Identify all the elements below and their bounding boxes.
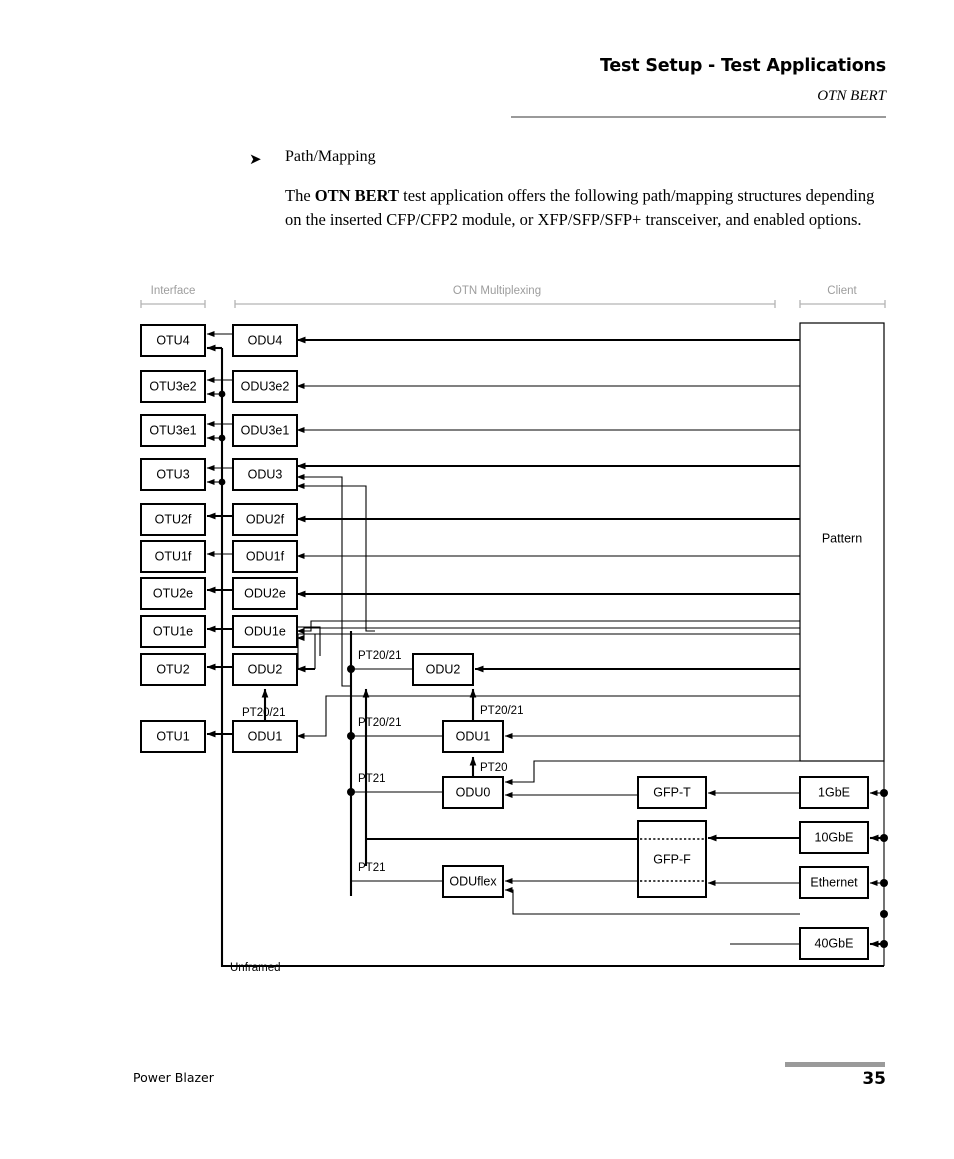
junction-dot	[347, 788, 355, 796]
junction-dot	[880, 834, 888, 842]
page-header-title: Test Setup - Test Applications	[599, 56, 886, 76]
node-odu3-label: ODU3	[248, 467, 283, 481]
edge-label-pt21-1: PT21	[358, 773, 386, 785]
otu-column: OTU4 OTU3e2 OTU3e1 OTU3 OTU2f OTU1f OTU2…	[140, 324, 206, 753]
link-odu3-in3-route	[297, 485, 375, 632]
path-mapping-diagram: Interface OTN Multiplexing Client Patter…	[130, 276, 900, 981]
junction-dot	[880, 879, 888, 887]
section-heading: Path/Mapping	[285, 148, 376, 165]
node-mux-odu0-label: ODU0	[456, 785, 491, 799]
link-pattern-odu1e-a	[296, 620, 800, 634]
paragraph-bold: OTN BERT	[314, 186, 400, 205]
pattern-label: Pattern	[822, 531, 862, 545]
gfp-column: GFP-T GFP-F	[637, 776, 707, 898]
junction-dot	[880, 940, 888, 948]
node-odu1e-label: ODU1e	[244, 624, 286, 638]
node-client-ethernet-label: Ethernet	[810, 875, 858, 889]
edge-label-pt2021-1: PT20/21	[358, 650, 401, 662]
junction-dot	[218, 478, 226, 486]
odu-column: ODU4 ODU3e2 ODU3e1 ODU3 ODU2f ODU1f ODU2…	[232, 324, 298, 753]
node-otu1-label: OTU1	[156, 729, 189, 743]
page-header-subtitle: OTN BERT	[817, 88, 886, 104]
link-odu2mux-odu3	[297, 476, 351, 687]
unframed-label: Unframed	[230, 962, 281, 974]
node-otu1f-label: OTU1f	[155, 549, 192, 563]
scale-interface: Interface	[140, 285, 206, 308]
unframed-bus-path	[220, 348, 884, 968]
junction-dot	[218, 434, 226, 442]
node-gfp-t-label: GFP-T	[653, 785, 691, 799]
node-odu4-label: ODU4	[248, 333, 283, 347]
node-odu2e-label: ODU2e	[244, 586, 286, 600]
node-odu2-left-label: ODU2	[248, 662, 283, 676]
node-otu4-label: OTU4	[156, 333, 189, 347]
junction-dot	[347, 665, 355, 673]
footer-rule	[785, 1062, 885, 1067]
node-odu3e1-label: ODU3e1	[241, 423, 290, 437]
node-client-10gbe-label: 10GbE	[815, 830, 854, 844]
page: Test Setup - Test Applications OTN BERT …	[0, 0, 954, 1159]
scale-client: Client	[799, 285, 886, 308]
link-pattern-odu1-left	[296, 695, 800, 739]
edge-label-pt21-2: PT21	[358, 862, 386, 874]
node-client-1gbe-label: 1GbE	[818, 785, 850, 799]
junction-dot	[218, 390, 226, 398]
header-rule	[511, 116, 886, 118]
junction-dot	[347, 732, 355, 740]
mux-column: ODU2 ODU1 ODU0 ODUflex	[412, 653, 504, 898]
client-column: 1GbE 10GbE Ethernet 40GbE	[799, 776, 869, 960]
junction-dot	[880, 910, 888, 918]
node-mux-odu1-label: ODU1	[456, 729, 491, 743]
footer-left-text: Power Blazer	[133, 1070, 214, 1085]
scale-label-interface: Interface	[151, 285, 196, 297]
node-gfp-f-label: GFP-F	[653, 852, 691, 866]
node-otu3e2-label: OTU3e2	[149, 379, 196, 393]
link-pattern-odu1e-b	[296, 627, 800, 641]
edge-label-pt2021-2: PT20/21	[358, 717, 401, 729]
node-otu1e-label: OTU1e	[153, 624, 193, 638]
scale-label-otn-multiplexing: OTN Multiplexing	[453, 285, 541, 297]
node-odu3e2-label: ODU3e2	[241, 379, 290, 393]
edge-label-pt20: PT20	[480, 762, 508, 774]
node-otu3e1-label: OTU3e1	[149, 423, 196, 437]
node-mux-oduflex-label: ODUflex	[449, 874, 497, 888]
node-odu1f-label: ODU1f	[246, 549, 285, 563]
node-mux-odu2-label: ODU2	[426, 662, 461, 676]
scale-label-client: Client	[827, 285, 857, 297]
client-bus	[869, 761, 888, 966]
edge-label-pt2021-4: PT20/21	[242, 707, 285, 719]
node-odu2f-label: ODU2f	[246, 512, 285, 526]
node-client-40gbe-label: 40GbE	[815, 936, 854, 950]
unframed-bus: Unframed	[206, 344, 884, 974]
footer-page-number: 35	[862, 1069, 886, 1089]
bullet-arrow-icon: ➤	[249, 152, 262, 168]
section-paragraph: The OTN BERT test application offers the…	[285, 184, 885, 232]
node-otu2e-label: OTU2e	[153, 586, 193, 600]
node-otu2f-label: OTU2f	[155, 512, 192, 526]
node-otu2-label: OTU2	[156, 662, 189, 676]
node-odu1-left-label: ODU1	[248, 729, 283, 743]
edge-label-pt2021-3: PT20/21	[480, 705, 523, 717]
node-otu3-label: OTU3	[156, 467, 189, 481]
scale-otn-multiplexing: OTN Multiplexing	[234, 285, 776, 308]
junction-dot	[880, 789, 888, 797]
paragraph-pre: The	[285, 186, 315, 205]
